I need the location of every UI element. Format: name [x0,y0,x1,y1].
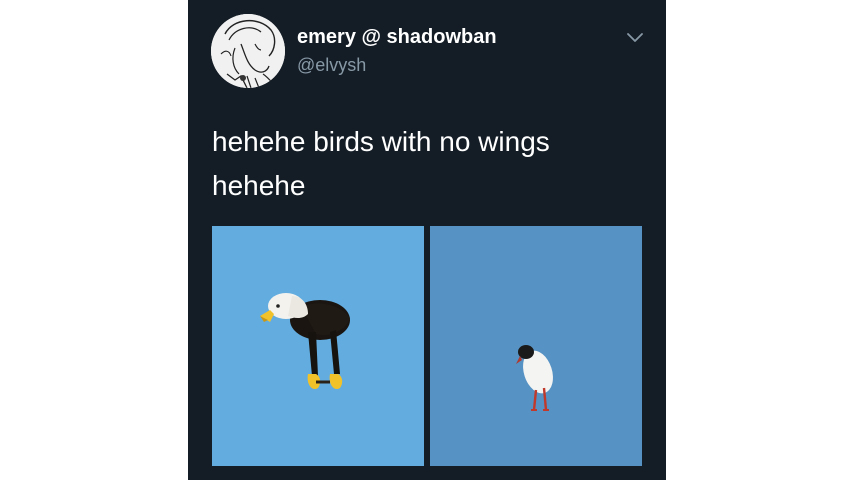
media-image-eagle[interactable] [212,226,424,466]
author-name[interactable]: emery @ shadowban [297,26,497,49]
tweet-card: emery @ shadowban @elvysh hehehe birds w… [188,0,666,480]
tweet-text-line: hehehe birds with no wings [212,126,550,157]
tweet-text-line: hehehe [212,170,306,201]
media-image-gull[interactable] [430,226,642,466]
avatar[interactable] [211,14,285,88]
tweet-text: hehehe birds with no wings hehehe [212,120,652,208]
author-handle[interactable]: @elvysh [297,55,366,76]
avatar-drawing [211,14,285,88]
chevron-down-icon[interactable] [625,30,645,46]
